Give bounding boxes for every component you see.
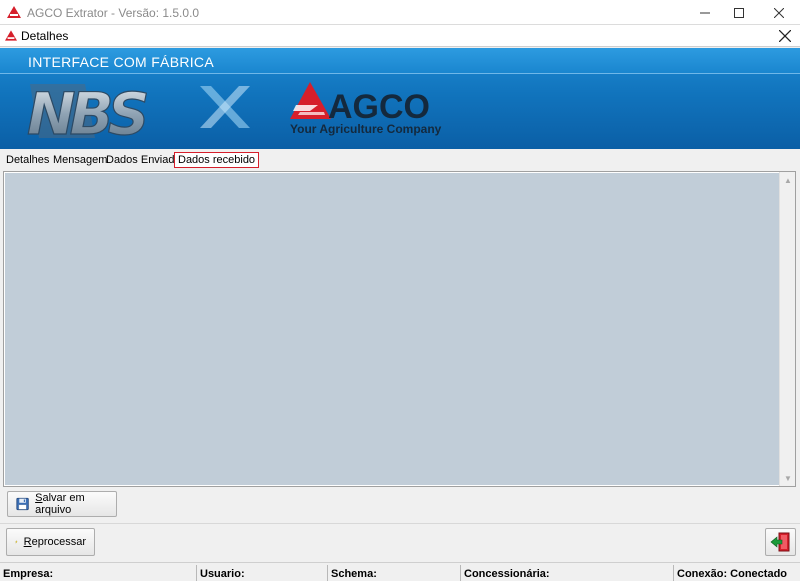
window-titlebar: AGCO Extrator - Versão: 1.5.0.0 [0, 0, 800, 25]
header-banner: INTERFACE COM FÁBRICA NBS AGCO Your Agri… [0, 48, 800, 149]
status-conexao: Conexão: Conectado [677, 568, 788, 580]
status-divider [196, 565, 197, 581]
nbs-logo-text: NBS [27, 80, 147, 144]
agco-logo: AGCO [290, 82, 430, 121]
agco-tagline: Your Agriculture Company [290, 122, 442, 136]
agco-logo-text: AGCO [328, 88, 430, 121]
form-close-button[interactable] [776, 27, 794, 45]
tab-dados-enviado[interactable]: Dados Enviado [106, 154, 181, 166]
tab-bar: Detalhes Mensagem Dados Enviado Dados re… [0, 150, 800, 170]
divider [0, 523, 800, 524]
minimize-button[interactable] [688, 0, 722, 25]
banner-strip: INTERFACE COM FÁBRICA [0, 48, 800, 74]
tab-detalhes[interactable]: Detalhes [6, 154, 49, 166]
lightning-icon [15, 540, 18, 544]
status-divider [327, 565, 328, 581]
status-divider [673, 565, 674, 581]
tab-dados-recebido[interactable]: Dados recebido [174, 152, 260, 168]
received-data-panel[interactable]: ▲ ▼ [3, 171, 796, 487]
exit-button[interactable] [765, 528, 796, 556]
maximize-icon [734, 7, 744, 18]
form-title: Detalhes [21, 29, 69, 43]
status-concessionaria: Concessionária: [464, 568, 550, 580]
agco-form-icon [5, 30, 17, 41]
nbs-logo: NBS [26, 79, 153, 144]
maximize-button[interactable] [722, 0, 756, 25]
status-empresa: Empresa: [3, 568, 54, 580]
received-data-text[interactable] [5, 173, 780, 485]
reprocess-label: Reprocessar [23, 536, 86, 548]
save-to-file-button[interactable]: Salvar em arquivo [7, 491, 117, 517]
exit-door-icon [770, 532, 789, 552]
window-close-button[interactable] [758, 0, 800, 25]
tab-mensagem[interactable]: Mensagem [53, 154, 107, 166]
status-divider [460, 565, 461, 581]
agco-app-icon [7, 6, 21, 18]
scroll-up-icon[interactable]: ▲ [780, 172, 796, 188]
status-usuario: Usuario: [200, 568, 245, 580]
floppy-disk-icon [16, 497, 29, 511]
save-to-file-label: Salvar em arquivo [35, 492, 85, 516]
close-icon [774, 7, 784, 18]
status-schema: Schema: [331, 568, 377, 580]
minimize-icon [700, 12, 710, 13]
vertical-scrollbar[interactable]: ▲ ▼ [779, 172, 795, 486]
close-icon [778, 29, 792, 43]
reprocess-button[interactable]: Reprocessar [6, 528, 95, 556]
scroll-down-icon[interactable]: ▼ [780, 470, 796, 486]
status-bar: Empresa: Usuario: Schema: Concessionária… [0, 562, 800, 581]
window-title: AGCO Extrator - Versão: 1.5.0.0 [27, 6, 200, 20]
x-mark-icon [200, 86, 250, 128]
form-header: Detalhes [0, 25, 800, 47]
banner-title: INTERFACE COM FÁBRICA [28, 54, 214, 70]
